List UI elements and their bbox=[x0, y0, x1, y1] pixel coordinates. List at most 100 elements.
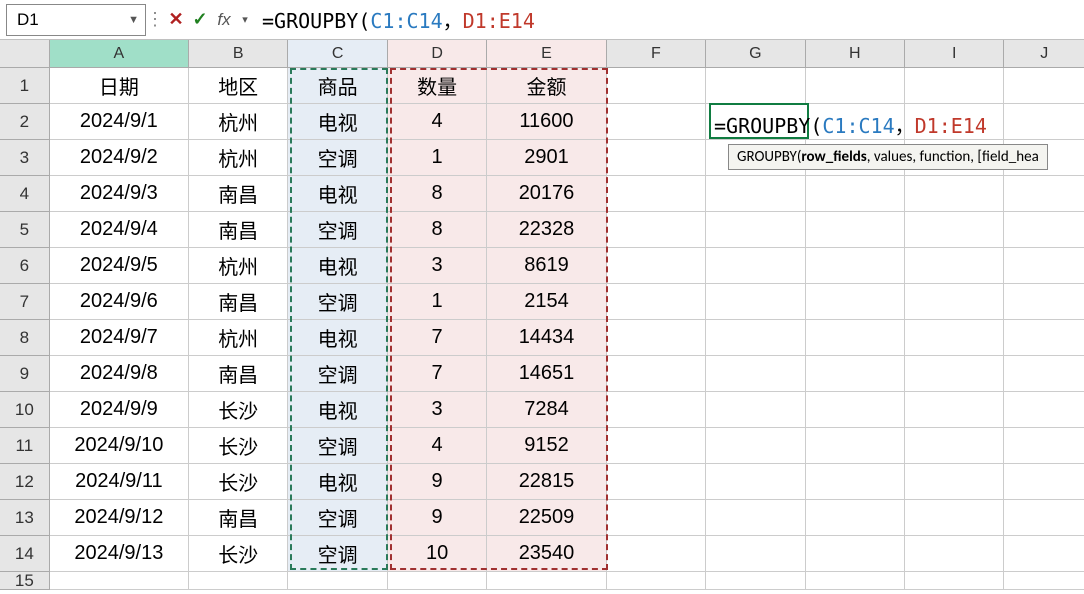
table-cell[interactable]: 2024/9/5 bbox=[50, 248, 189, 284]
row-header[interactable]: 15 bbox=[0, 572, 50, 590]
table-cell[interactable] bbox=[806, 140, 905, 176]
table-cell[interactable] bbox=[905, 176, 1004, 212]
table-cell[interactable]: 杭州 bbox=[189, 320, 288, 356]
table-cell[interactable] bbox=[706, 176, 805, 212]
table-cell[interactable] bbox=[607, 68, 706, 104]
table-cell[interactable]: 空调 bbox=[288, 428, 387, 464]
table-cell[interactable] bbox=[607, 572, 706, 590]
table-cell[interactable]: 8 bbox=[388, 212, 487, 248]
table-cell[interactable] bbox=[706, 500, 805, 536]
table-cell[interactable] bbox=[905, 392, 1004, 428]
table-cell[interactable] bbox=[607, 320, 706, 356]
table-cell[interactable]: 10 bbox=[388, 536, 487, 572]
table-cell[interactable] bbox=[288, 572, 387, 590]
table-cell[interactable]: 2024/9/11 bbox=[50, 464, 189, 500]
table-cell[interactable]: 9 bbox=[388, 464, 487, 500]
table-cell[interactable] bbox=[806, 464, 905, 500]
table-cell[interactable]: 长沙 bbox=[189, 428, 288, 464]
table-cell[interactable]: 8619 bbox=[487, 248, 606, 284]
table-cell[interactable] bbox=[806, 500, 905, 536]
table-cell[interactable] bbox=[905, 320, 1004, 356]
table-cell[interactable] bbox=[905, 500, 1004, 536]
table-cell[interactable] bbox=[607, 428, 706, 464]
table-cell[interactable]: 4 bbox=[388, 104, 487, 140]
table-cell[interactable] bbox=[1004, 536, 1084, 572]
col-header-D[interactable]: D bbox=[388, 40, 487, 68]
row-header[interactable]: 7 bbox=[0, 284, 50, 320]
col-header-J[interactable]: J bbox=[1004, 40, 1084, 68]
table-cell[interactable] bbox=[607, 104, 706, 140]
table-cell[interactable] bbox=[1004, 248, 1084, 284]
table-cell[interactable]: 2024/9/13 bbox=[50, 536, 189, 572]
table-cell[interactable]: 22509 bbox=[487, 500, 606, 536]
col-header-F[interactable]: F bbox=[607, 40, 706, 68]
table-cell[interactable]: 3 bbox=[388, 248, 487, 284]
table-cell[interactable] bbox=[706, 572, 805, 590]
table-cell[interactable] bbox=[706, 68, 805, 104]
col-header-C[interactable]: C bbox=[288, 40, 387, 68]
table-cell[interactable] bbox=[905, 356, 1004, 392]
table-cell[interactable]: 22328 bbox=[487, 212, 606, 248]
table-cell[interactable]: 2024/9/6 bbox=[50, 284, 189, 320]
table-cell[interactable] bbox=[1004, 284, 1084, 320]
table-cell[interactable] bbox=[706, 284, 805, 320]
table-cell[interactable] bbox=[806, 392, 905, 428]
table-cell[interactable] bbox=[806, 572, 905, 590]
chevron-down-icon[interactable]: ▼ bbox=[128, 14, 139, 26]
row-header[interactable]: 13 bbox=[0, 500, 50, 536]
enter-icon[interactable]: ✓ bbox=[188, 9, 212, 30]
col-header-G[interactable]: G bbox=[706, 40, 805, 68]
spreadsheet[interactable]: A B C D E F G H I J 1日期地区商品数量金额22024/9/1… bbox=[0, 40, 1084, 590]
table-cell[interactable] bbox=[1004, 104, 1084, 140]
table-cell[interactable] bbox=[806, 428, 905, 464]
col-header-H[interactable]: H bbox=[806, 40, 905, 68]
table-cell[interactable]: 9152 bbox=[487, 428, 606, 464]
table-cell[interactable]: 长沙 bbox=[189, 464, 288, 500]
table-cell[interactable] bbox=[905, 536, 1004, 572]
table-cell[interactable]: 南昌 bbox=[189, 284, 288, 320]
table-cell[interactable]: 2901 bbox=[487, 140, 606, 176]
table-cell[interactable]: 2024/9/3 bbox=[50, 176, 189, 212]
table-cell[interactable]: 2024/9/9 bbox=[50, 392, 189, 428]
table-cell[interactable] bbox=[607, 248, 706, 284]
table-cell[interactable] bbox=[607, 212, 706, 248]
table-cell[interactable] bbox=[806, 248, 905, 284]
table-cell[interactable] bbox=[706, 464, 805, 500]
table-cell[interactable] bbox=[905, 572, 1004, 590]
table-cell[interactable] bbox=[706, 536, 805, 572]
table-cell[interactable] bbox=[388, 572, 487, 590]
table-cell[interactable]: 8 bbox=[388, 176, 487, 212]
table-cell[interactable] bbox=[806, 68, 905, 104]
table-cell[interactable]: 1 bbox=[388, 140, 487, 176]
chevron-down-icon[interactable]: ▾ bbox=[236, 13, 254, 26]
table-cell[interactable]: 9 bbox=[388, 500, 487, 536]
formula-input[interactable]: =GROUPBY(C1:C14，D1:E14 bbox=[254, 5, 1084, 34]
table-cell[interactable]: 杭州 bbox=[189, 140, 288, 176]
table-cell[interactable]: 空调 bbox=[288, 212, 387, 248]
table-cell[interactable] bbox=[806, 320, 905, 356]
table-cell[interactable] bbox=[50, 572, 189, 590]
table-cell[interactable]: 电视 bbox=[288, 464, 387, 500]
row-header[interactable]: 10 bbox=[0, 392, 50, 428]
table-cell[interactable]: 23540 bbox=[487, 536, 606, 572]
table-cell[interactable] bbox=[905, 212, 1004, 248]
table-cell[interactable]: 电视 bbox=[288, 248, 387, 284]
table-cell[interactable] bbox=[1004, 140, 1084, 176]
table-cell[interactable] bbox=[487, 572, 606, 590]
col-header-A[interactable]: A bbox=[50, 40, 189, 68]
table-cell[interactable]: 电视 bbox=[288, 176, 387, 212]
table-cell[interactable] bbox=[706, 248, 805, 284]
table-cell[interactable]: 2024/9/12 bbox=[50, 500, 189, 536]
col-header-B[interactable]: B bbox=[189, 40, 288, 68]
table-cell[interactable]: 空调 bbox=[288, 284, 387, 320]
name-box[interactable]: D1 ▼ bbox=[6, 4, 146, 36]
table-cell[interactable] bbox=[706, 428, 805, 464]
table-cell[interactable]: 2154 bbox=[487, 284, 606, 320]
table-cell[interactable]: 2024/9/1 bbox=[50, 104, 189, 140]
table-cell[interactable] bbox=[905, 248, 1004, 284]
table-cell[interactable] bbox=[806, 356, 905, 392]
cancel-icon[interactable]: ✕ bbox=[164, 9, 188, 30]
row-header[interactable]: 6 bbox=[0, 248, 50, 284]
table-cell[interactable]: 空调 bbox=[288, 500, 387, 536]
table-cell[interactable] bbox=[706, 320, 805, 356]
